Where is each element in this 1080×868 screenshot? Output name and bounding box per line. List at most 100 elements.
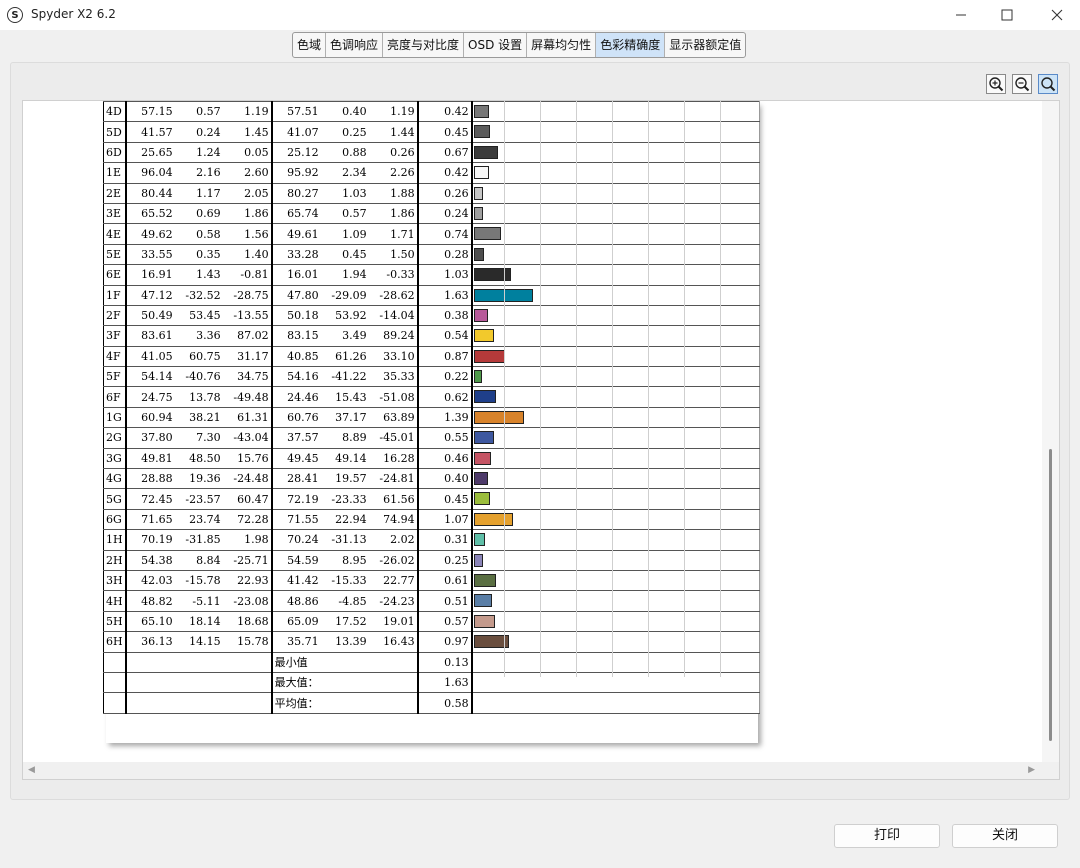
measured-a: 1.43 [174,264,223,286]
reference-b: 63.89 [368,406,419,429]
delta-e: 0.45 [417,121,473,143]
reference-a: 3.49 [320,325,369,347]
delta-e: 0.26 [417,182,473,204]
reference-l: 49.45 [271,447,321,470]
measured-l: 65.10 [125,610,175,633]
tab-5[interactable]: 色彩精确度 [596,33,666,57]
reference-l: 37.57 [271,427,321,449]
delta-e-bar [473,512,513,526]
measured-a: 48.50 [174,447,223,470]
reference-l: 16.01 [271,264,321,286]
zoom-out-button[interactable] [1012,74,1032,94]
vertical-scroll-thumb[interactable] [1049,449,1052,741]
patch-id: 6F [102,386,127,408]
delta-e: 0.31 [417,529,473,551]
measured-a: 0.24 [174,121,223,143]
delta-e-bar-cell [471,325,760,347]
measured-a: 7.30 [174,427,223,449]
close-window-button[interactable] [1034,0,1080,30]
patch-id: 2F [102,304,127,327]
close-button[interactable]: 关闭 [952,824,1058,848]
reference-l: 24.46 [271,386,321,408]
zoom-fit-button[interactable] [1038,74,1058,94]
measured-l: 33.55 [125,243,175,266]
measured-a: 38.21 [174,406,223,429]
reference-l: 65.09 [271,610,321,633]
delta-e-bar-cell [471,223,760,245]
reference-a: 8.89 [320,427,369,449]
vertical-scrollbar[interactable] [1042,101,1059,763]
tab-1[interactable]: 色调响应 [326,33,384,57]
measured-b: 61.31 [222,406,273,429]
tab-4[interactable]: 屏幕均匀性 [527,33,597,57]
measured-l: 24.75 [125,386,175,408]
measured-b: 1.86 [222,202,273,225]
horizontal-scrollbar[interactable]: ◀ ▶ [23,762,1059,779]
reference-b: -24.81 [368,468,419,490]
reference-b: 35.33 [368,366,419,388]
measured-a: 13.78 [174,386,223,408]
measured-b: 31.17 [222,345,273,368]
measured-a: 0.57 [174,101,223,123]
delta-e-bar [473,125,490,139]
tab-0[interactable]: 色域 [293,33,327,57]
table-row: 5D 41.57 0.24 1.45 41.07 0.25 1.44 0.45 [102,121,760,143]
summary-bar-blank [471,651,760,673]
measured-b: -0.81 [222,264,273,286]
delta-e: 0.57 [417,610,473,633]
patch-id: 4G [102,468,127,490]
measured-a: 3.36 [174,325,223,347]
measured-b: 1.45 [222,121,273,143]
delta-e-bar-cell [471,121,760,143]
patch-id: 3H [102,569,127,592]
delta-e-bar-cell [471,345,760,368]
measured-a: 23.74 [174,508,223,531]
tab-2[interactable]: 亮度与对比度 [383,33,465,57]
minimize-button[interactable] [938,0,984,30]
tab-3[interactable]: OSD 设置 [464,33,528,57]
summary-blank [102,651,127,673]
maximize-button[interactable] [984,0,1030,30]
measured-b: -23.08 [222,590,273,612]
reference-a: -23.33 [320,488,369,510]
table-row: 2H 54.38 8.84 -25.71 54.59 8.95 -26.02 0.25 [102,549,760,571]
delta-e-bar [473,268,511,282]
patch-id: 1E [102,162,127,184]
reference-b: 16.28 [368,447,419,470]
measured-b: 1.19 [222,101,273,123]
scroll-left-icon[interactable]: ◀ [28,765,35,775]
delta-e-bar [473,594,492,608]
report-viewer[interactable]: 4D 57.15 0.57 1.19 57.51 0.40 1.19 0.42 5D 41.57 0… [22,100,1060,780]
delta-e-bar [473,533,485,547]
summary-label: 平均值： [271,692,419,714]
zoom-in-button[interactable] [986,74,1006,94]
chart-gridline [504,101,505,677]
delta-e: 0.42 [417,162,473,184]
measured-l: 25.65 [125,141,175,164]
measured-b: 2.05 [222,182,273,204]
measured-l: 41.57 [125,121,175,143]
reference-l: 54.59 [271,549,321,571]
reference-l: 83.15 [271,325,321,347]
reference-a: 0.88 [320,141,369,164]
patch-id: 4F [102,345,127,368]
reference-a: -15.33 [320,569,369,592]
patch-id: 2G [102,427,127,449]
delta-e-bar-cell [471,427,760,449]
table-row: 2F 50.49 53.45 -13.55 50.18 53.92 -14.04 0.38 [102,304,760,327]
measured-b: 0.05 [222,141,273,164]
reference-l: 71.55 [271,508,321,531]
scroll-right-icon[interactable]: ▶ [1028,765,1035,775]
measured-l: 71.65 [125,508,175,531]
print-button[interactable]: 打印 [834,824,940,848]
reference-a: 2.34 [320,162,369,184]
delta-e-bar [473,206,483,220]
reference-a: 22.94 [320,508,369,531]
delta-e-bar-cell [471,182,760,204]
reference-l: 41.42 [271,569,321,592]
reference-b: -45.01 [368,427,419,449]
tab-6[interactable]: 显示器额定值 [665,33,745,57]
measured-l: 37.80 [125,427,175,449]
measured-a: 0.58 [174,223,223,245]
reference-a: -4.85 [320,590,369,612]
